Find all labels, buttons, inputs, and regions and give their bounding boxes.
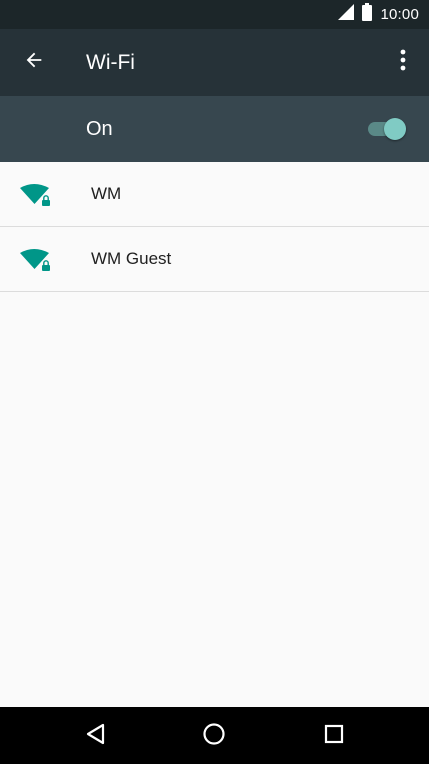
switch-label: On	[86, 118, 113, 140]
network-name: WM Guest	[91, 249, 172, 268]
battery-icon	[362, 3, 373, 26]
app-bar: Wi-Fi	[0, 29, 429, 96]
wifi-lock-icon	[19, 182, 53, 208]
status-time: 10:00	[380, 6, 419, 23]
home-circle-icon	[202, 722, 226, 751]
status-icons: 10:00	[338, 0, 419, 29]
recents-square-icon	[323, 723, 345, 750]
more-vert-icon	[400, 49, 406, 76]
wifi-toggle-switch[interactable]	[366, 118, 408, 140]
network-name: WM	[91, 184, 122, 203]
navigation-bar	[0, 707, 429, 764]
nav-back-button[interactable]	[79, 720, 111, 752]
back-triangle-icon	[84, 722, 106, 751]
status-bar: 10:00	[0, 0, 429, 29]
page-title: Wi-Fi	[86, 51, 135, 74]
arrow-back-icon	[23, 49, 45, 76]
wifi-lock-icon	[19, 247, 53, 273]
wifi-master-switch-bar[interactable]: On	[0, 96, 429, 162]
nav-home-button[interactable]	[198, 720, 230, 752]
network-list: WM WM Guest	[0, 162, 429, 292]
switch-thumb	[384, 118, 406, 140]
back-button[interactable]	[18, 46, 50, 78]
network-row-wm[interactable]: WM	[0, 162, 429, 227]
overflow-menu-button[interactable]	[387, 46, 419, 78]
network-row-wm-guest[interactable]: WM Guest	[0, 227, 429, 292]
nav-recents-button[interactable]	[318, 720, 350, 752]
signal-icon	[338, 4, 355, 25]
